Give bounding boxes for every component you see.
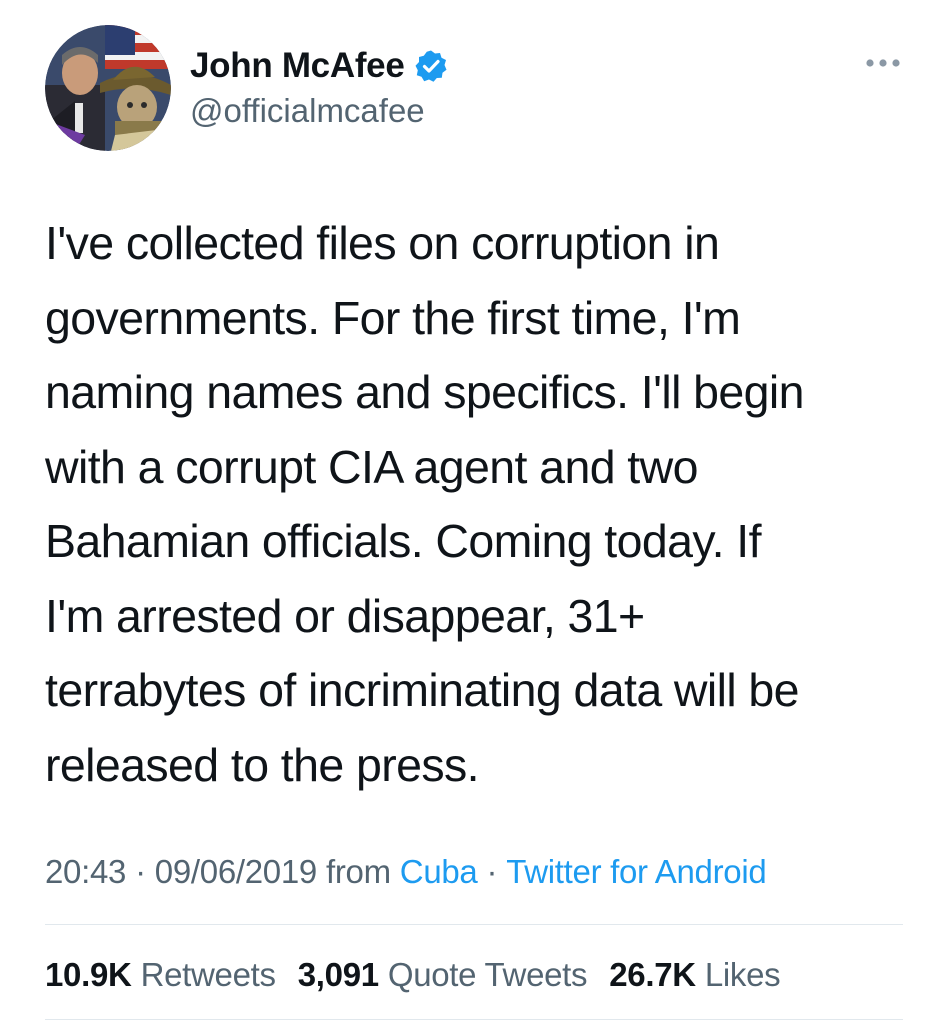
tweet-time[interactable]: 20:43 bbox=[45, 853, 126, 891]
tweet-date[interactable]: 09/06/2019 bbox=[155, 853, 317, 891]
retweets-stat[interactable]: 10.9K Retweets bbox=[45, 956, 276, 994]
location-link[interactable]: Cuba bbox=[400, 853, 478, 891]
author-handle[interactable]: @officialmcafee bbox=[190, 92, 425, 130]
verified-badge-icon bbox=[414, 49, 448, 83]
author-name-row[interactable]: John McAfee bbox=[190, 44, 448, 88]
avatar[interactable] bbox=[45, 25, 171, 151]
from-label: from bbox=[325, 853, 391, 890]
meta-separator: · bbox=[486, 853, 498, 890]
likes-label: Likes bbox=[704, 956, 781, 993]
quote-tweets-stat[interactable]: 3,091 Quote Tweets bbox=[298, 956, 588, 994]
quote-tweets-label: Quote Tweets bbox=[387, 956, 588, 993]
tweet-text: I've collected files on corruption in go… bbox=[45, 217, 805, 791]
author-display-name[interactable]: John McAfee bbox=[190, 46, 405, 86]
retweets-count: 10.9K bbox=[45, 956, 132, 993]
tweet-detail: John McAfee @officialmcafee I've collect… bbox=[0, 0, 949, 1023]
tweet-meta: 20:43 · 09/06/2019 from Cuba · Twitter f… bbox=[45, 850, 767, 894]
meta-separator: · bbox=[135, 853, 146, 890]
likes-stat[interactable]: 26.7K Likes bbox=[609, 956, 780, 994]
more-options-icon[interactable] bbox=[856, 48, 910, 78]
source-link[interactable]: Twitter for Android bbox=[506, 853, 767, 891]
retweets-label: Retweets bbox=[140, 956, 276, 993]
tweet-stats: 10.9K Retweets 3,091 Quote Tweets 26.7K … bbox=[45, 953, 802, 997]
avatar-image bbox=[45, 25, 171, 151]
likes-count: 26.7K bbox=[609, 956, 696, 993]
quote-tweets-count: 3,091 bbox=[297, 956, 379, 993]
divider bbox=[45, 924, 903, 925]
divider bbox=[45, 1019, 903, 1020]
